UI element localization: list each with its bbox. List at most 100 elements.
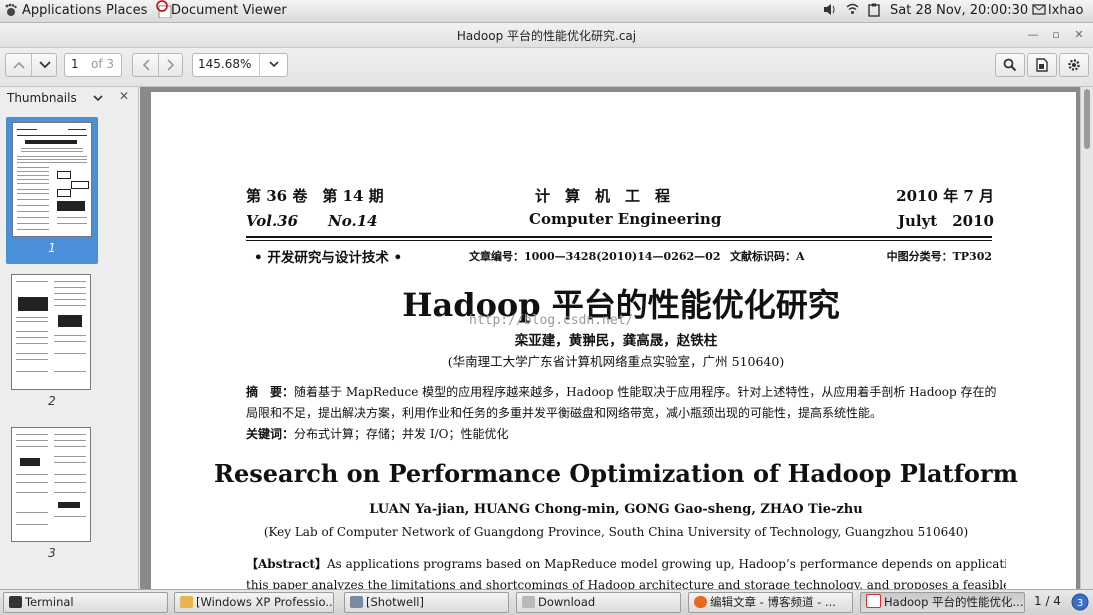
scrollbar-thumb[interactable] [1084,89,1090,149]
abstract-cn-line1: 随着基于 MapReduce 模型的应用程序越来越多，Hadoop 性能取决于应… [294,385,997,399]
user-mail-icon[interactable] [1032,3,1046,19]
header-journal-cn: 计 算 机 工 程 [535,187,671,205]
thumbnail-label: 3 [48,546,56,560]
terminal-icon [9,596,22,608]
paper-title-en: Research on Performance Optimization of … [214,459,1018,488]
affiliation-en: (Key Lab of Computer Network of Guangdon… [263,525,969,539]
places-menu[interactable]: Places [106,3,147,18]
document-view[interactable]: 第 36 卷 第 14 期 Vol.36 No.14 计 算 机 工 程 Com… [140,87,1080,589]
applications-menu[interactable]: Applications [22,3,101,18]
document-page: 第 36 卷 第 14 期 Vol.36 No.14 计 算 机 工 程 Com… [151,92,1076,589]
classification-number: 中图分类号：TP302 [886,250,992,263]
watermark: http://blog.csdn.net/ [469,313,634,328]
workspace-indicator[interactable]: 1 / 4 [1034,594,1061,608]
header-date-cn: 2010 年 7 月 [896,187,994,205]
abstract-en-line1: As applications programs based on MapRed… [326,557,1006,571]
maximize-button[interactable]: ▫ [1047,27,1065,43]
search-icon [996,54,1024,76]
toolbar: 1 of 3 145.68% [0,48,1093,87]
task-label: Hadoop 平台的性能优化... [884,595,1024,609]
vertical-scrollbar[interactable] [1080,87,1093,589]
gnome-foot-icon [4,3,18,21]
history-nav-group [132,53,183,77]
abstract-en: 【Abstract】As applications programs based… [246,554,1006,589]
affiliation-cn: (华南理工大学广东省计算机网络重点实验室，广州 510640) [447,354,785,369]
window-title-bar[interactable]: Hadoop 平台的性能优化研究.caj — ▫ ✕ [0,23,1093,48]
abstract-en-line2: this paper analyzes the limitations and … [246,578,1006,589]
abstract-label-cn: 摘 要： [246,385,295,399]
page-view-button[interactable] [1027,53,1057,77]
search-button[interactable] [995,53,1025,77]
task-label: 编辑文章 - 博客频道 - ... [710,595,836,609]
app-name[interactable]: Document Viewer [171,3,287,18]
task-label: [Shotwell] [366,595,424,609]
article-number: 文章编号：1000—3428(2010)14—0262—02 [469,250,721,263]
zoom-combo[interactable]: 145.68% [192,53,288,77]
close-sidebar-icon[interactable]: ✕ [119,89,129,103]
header-rule-thin [246,240,992,241]
forward-button[interactable] [159,54,183,76]
close-button[interactable]: ✕ [1070,27,1088,43]
firefox-icon [694,596,707,608]
top-panel: Applications Places Document Viewer Sat … [0,0,1093,23]
virtualbox-icon [180,596,193,608]
thumbnails-sidebar: Thumbnails ✕ 1 2 3 [0,87,139,589]
thumbnail-label: 2 [48,394,56,408]
chevron-down-icon[interactable] [259,54,288,76]
task-shotwell[interactable]: [Shotwell] [344,592,509,613]
thumbnail-page-1[interactable] [12,122,92,237]
header-rule [246,236,992,238]
header-journal-en: Computer Engineering [529,210,722,228]
svg-text:3: 3 [1077,598,1083,609]
abstract-cn-line2: 局限和不足，提出解决方案，利用作业和任务的多重并发平衡磁盘和网络带宽，减小瓶颈出… [246,406,883,420]
document-icon [1028,54,1056,76]
back-button[interactable] [133,54,159,76]
next-page-button[interactable] [32,54,57,76]
previous-page-button[interactable] [6,54,32,76]
taskbar: Terminal [Windows XP Professio... [Shotw… [0,589,1093,615]
task-firefox[interactable]: 编辑文章 - 博客频道 - ... [688,592,853,613]
task-windows-xp[interactable]: [Windows XP Professio... [174,592,334,613]
page-number-entry[interactable]: 1 of 3 [64,53,122,77]
clock[interactable]: Sat 28 Nov, 20:00:30 [890,3,1028,18]
folder-icon [522,596,535,608]
sidebar-title: Thumbnails [7,91,77,105]
abstract-label-en: 【Abstract】 [246,557,327,571]
header-date-en: Julyt 2010 [897,212,994,230]
keywords-label-cn: 关键词： [246,427,295,441]
clipboard-icon[interactable] [868,3,880,21]
abstract-cn: 摘 要：随着基于 MapReduce 模型的应用程序越来越多，Hadoop 性能… [246,382,1006,445]
thumbnail-label: 1 [48,241,56,255]
section-heading: • 开发研究与设计技术 • [254,250,403,266]
header-volume-en: Vol.36 No.14 [246,212,378,230]
task-label: Terminal [25,595,74,609]
document-code: 文献标识码：A [730,250,805,263]
document-viewer-icon [866,594,881,608]
page-number-value[interactable]: 1 [71,57,79,71]
authors-cn: 栾亚建，黄翀民，龚高晟，赵铁柱 [514,333,718,349]
document-viewer-icon [156,0,172,22]
task-label: [Windows XP Professio... [196,595,334,609]
minimize-button[interactable]: — [1024,27,1042,43]
shotwell-icon [350,596,363,608]
task-terminal[interactable]: Terminal [3,592,168,613]
task-label: Download [538,595,596,609]
page-count: of 3 [91,57,115,71]
thumbnail-page-3[interactable] [11,427,91,542]
gear-icon [1060,54,1088,76]
authors-en: LUAN Ya-jian, HUANG Chong-min, GONG Gao-… [369,502,863,517]
settings-button[interactable] [1059,53,1089,77]
page-nav-group [5,53,57,77]
header-volume-cn: 第 36 卷 第 14 期 [246,187,384,205]
task-document-viewer[interactable]: Hadoop 平台的性能优化... [860,592,1025,613]
window-title: Hadoop 平台的性能优化研究.caj [456,29,637,43]
user-name[interactable]: lxhao [1048,3,1083,18]
speaker-icon[interactable] [823,3,837,20]
chevron-down-icon[interactable] [93,91,103,106]
task-download[interactable]: Download [516,592,681,613]
keywords-cn: 分布式计算；存储；并发 I/O；性能优化 [294,427,509,441]
wifi-icon[interactable] [846,3,859,19]
zoom-value[interactable]: 145.68% [198,57,251,71]
thumbnail-page-2[interactable] [11,274,91,390]
workspace-switcher-icon[interactable]: 3 [1071,593,1089,615]
